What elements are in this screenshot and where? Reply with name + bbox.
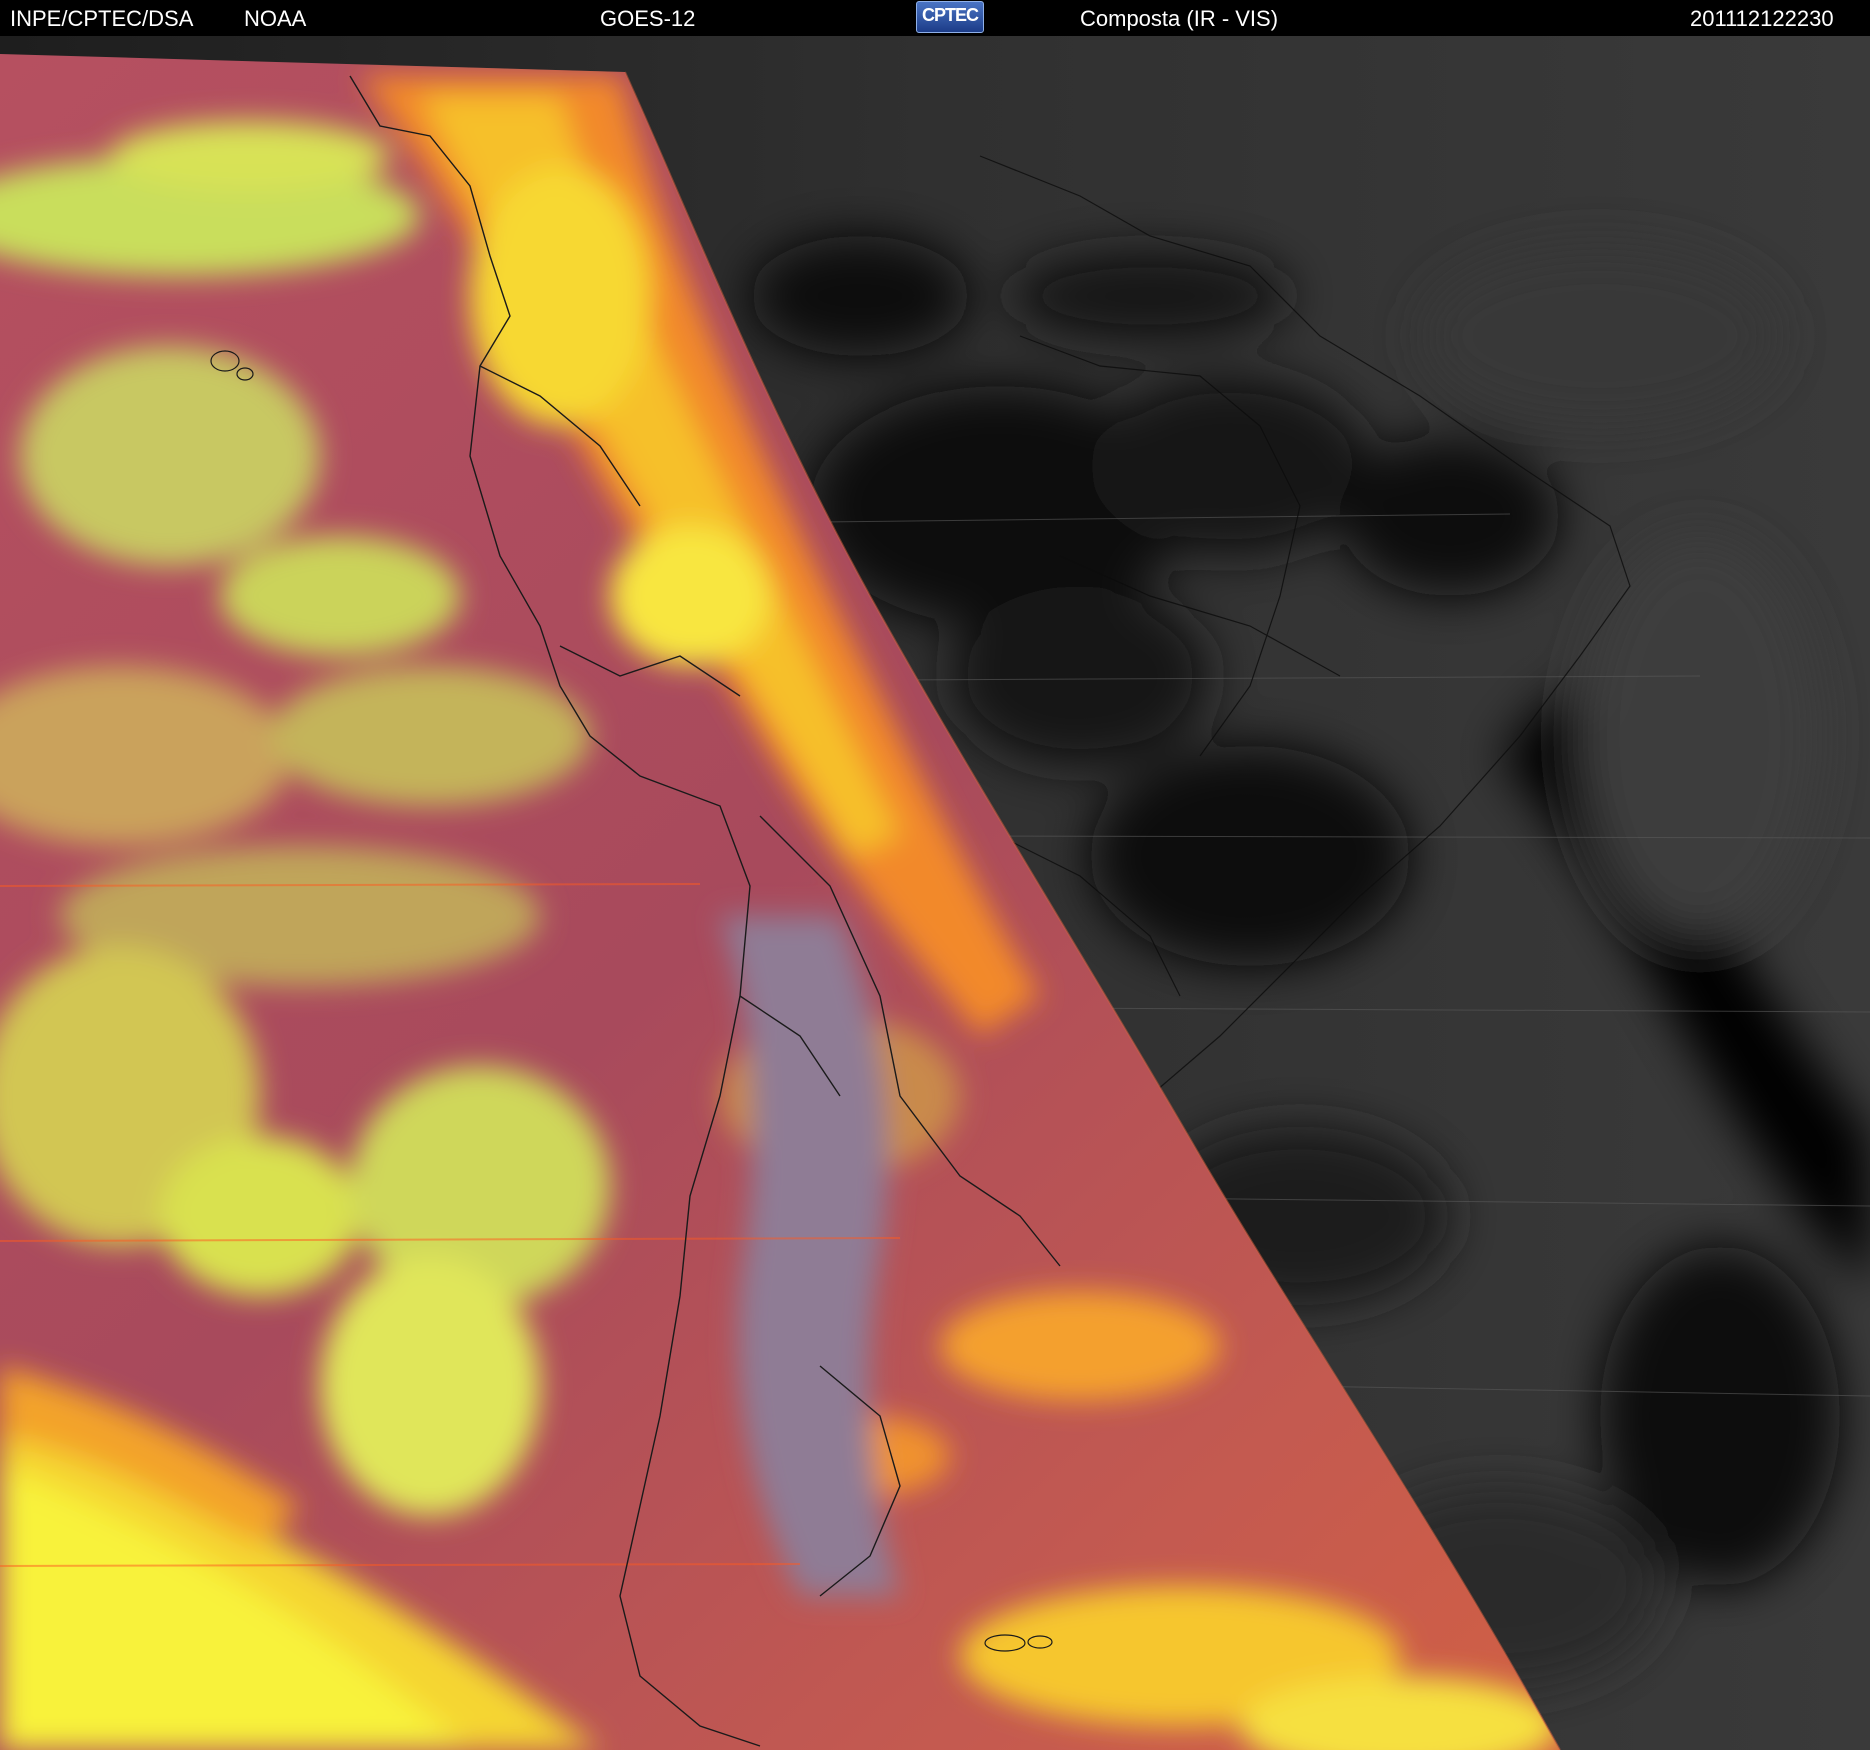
cptec-logo: CPTEC bbox=[916, 1, 984, 33]
image-header-bar: INPE/CPTEC/DSA NOAA GOES-12 CPTEC Compos… bbox=[0, 0, 1870, 36]
product-label: Composta (IR - VIS) bbox=[1080, 6, 1279, 31]
timestamp-label: 201112122230 bbox=[1690, 6, 1834, 31]
agency-label: INPE/CPTEC/DSA bbox=[10, 6, 194, 31]
satellite-composite-image bbox=[0, 36, 1870, 1750]
cptec-logo-text: CPTEC bbox=[921, 5, 979, 25]
provider-label: NOAA bbox=[244, 6, 307, 31]
satellite-label: GOES-12 bbox=[600, 6, 696, 31]
